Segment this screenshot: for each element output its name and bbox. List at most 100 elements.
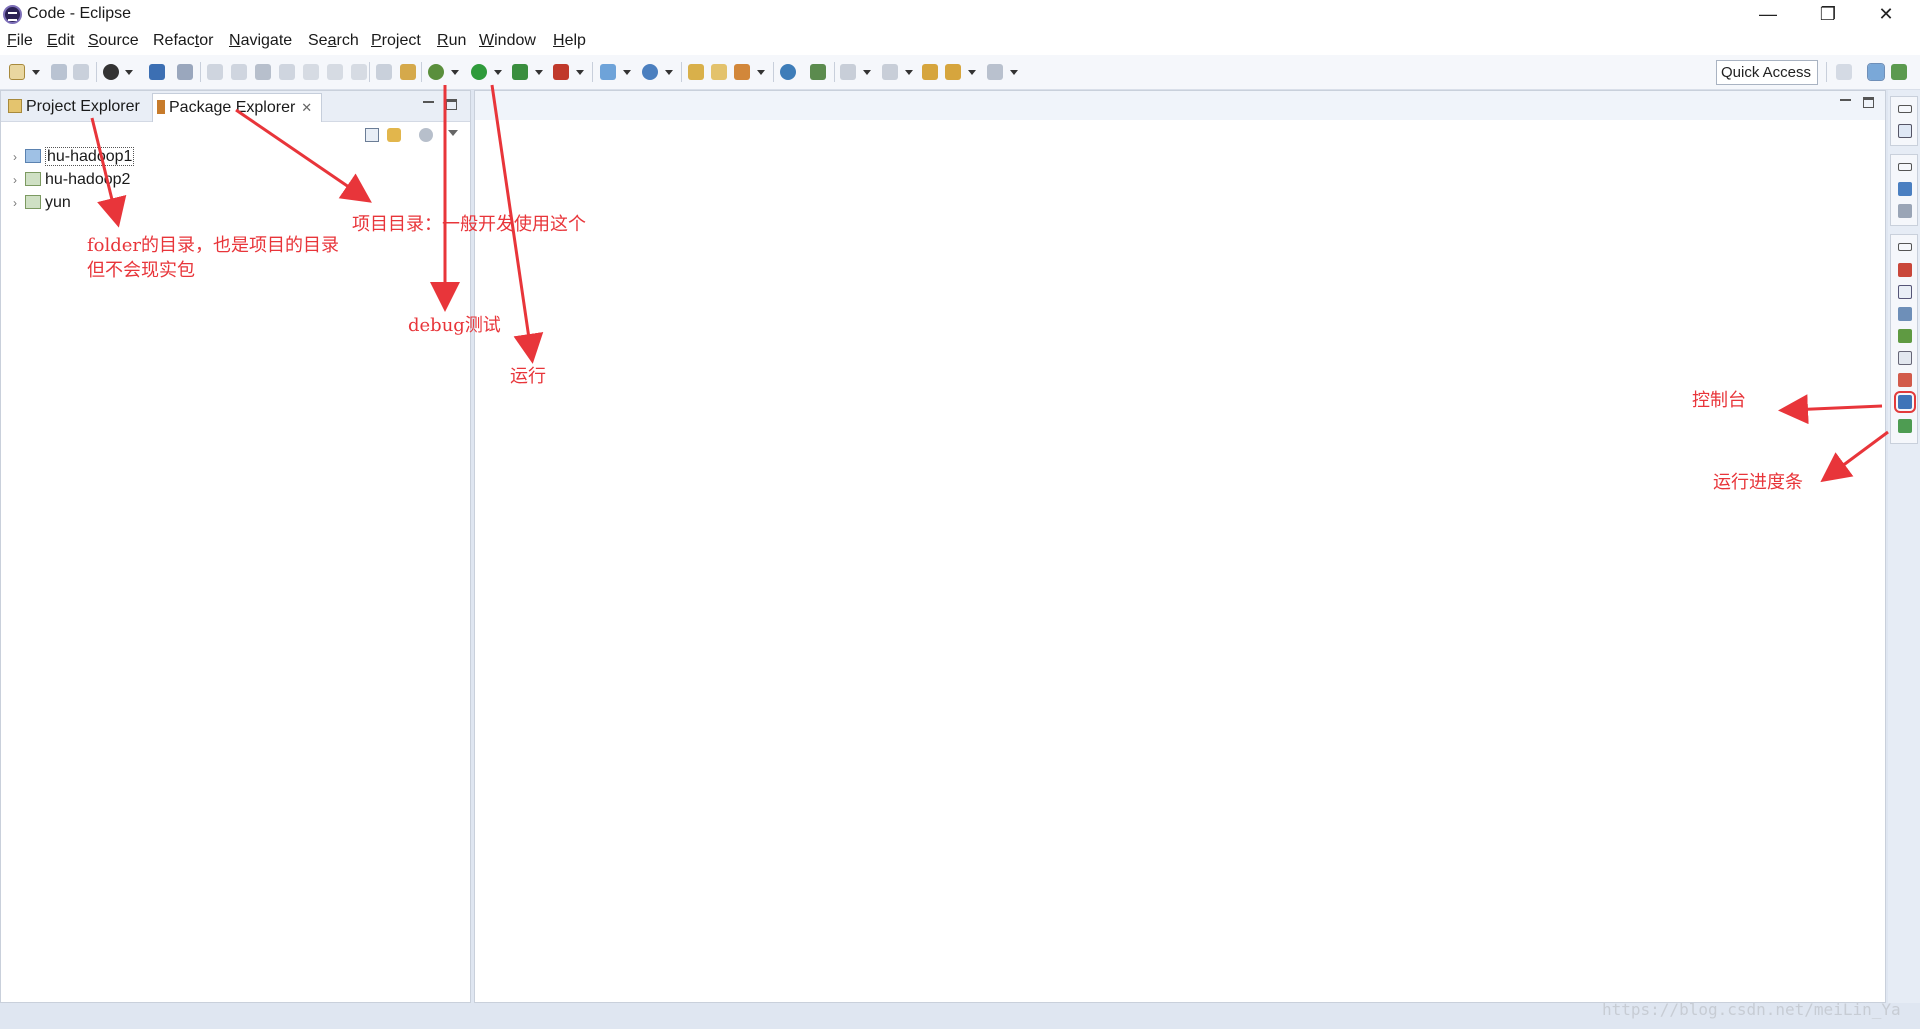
toolbar-separator	[1826, 62, 1827, 82]
launch-config-icon[interactable]	[400, 64, 416, 80]
coverage-dropdown-icon[interactable]	[535, 70, 543, 75]
open-perspective-icon[interactable]	[1836, 64, 1852, 80]
menu-navigate[interactable]: Navigate	[229, 32, 292, 50]
minimize-view-icon[interactable]	[423, 97, 434, 103]
previous-annotation-dropdown-icon[interactable]	[905, 70, 913, 75]
terminate-icon[interactable]	[255, 64, 271, 80]
suspend-icon[interactable]	[231, 64, 247, 80]
use-step-filters-icon[interactable]	[376, 64, 392, 80]
servers-view-icon[interactable]	[1898, 285, 1912, 299]
disconnect-icon[interactable]	[279, 64, 295, 80]
view-menu-icon[interactable]	[448, 130, 458, 136]
save-all-icon[interactable]	[73, 64, 89, 80]
focus-on-active-task-icon[interactable]	[419, 128, 433, 142]
error-log-icon[interactable]	[1898, 373, 1912, 387]
tree-item[interactable]: › yun	[13, 192, 71, 214]
properties-icon[interactable]	[1898, 204, 1912, 218]
previous-annotation-icon[interactable]	[882, 64, 898, 80]
minimize-button[interactable]: —	[1740, 0, 1796, 30]
open-type-icon[interactable]	[688, 64, 704, 80]
menu-help[interactable]: Help	[553, 32, 586, 50]
menu-refactor[interactable]: Refactor	[153, 32, 213, 50]
tab-project-explorer[interactable]: Project Explorer	[4, 93, 150, 122]
menu-edit[interactable]: Edit	[47, 32, 75, 50]
trim-group-tasks	[1890, 154, 1918, 226]
step-into-icon[interactable]	[303, 64, 319, 80]
save-icon[interactable]	[51, 64, 67, 80]
editor-area[interactable]	[474, 90, 1886, 1003]
resume-icon[interactable]	[207, 64, 223, 80]
new-class-icon[interactable]	[642, 64, 658, 80]
restore-button[interactable]: ❐	[1800, 0, 1856, 30]
chevron-right-icon[interactable]: ›	[13, 146, 25, 168]
task-list-icon[interactable]	[1898, 182, 1912, 196]
console-view-icon[interactable]	[1894, 391, 1916, 413]
restore-icon[interactable]	[1898, 243, 1912, 251]
java-perspective-icon[interactable]	[1891, 64, 1907, 80]
search-view-icon[interactable]	[1898, 351, 1912, 365]
profile-icon[interactable]	[103, 64, 119, 80]
tree-item[interactable]: › hu-hadoop2	[13, 169, 130, 191]
search-icon[interactable]	[734, 64, 750, 80]
annotation-folder: folder的目录，也是项目的目录	[87, 235, 340, 256]
minimize-editor-icon[interactable]	[1840, 95, 1851, 101]
back-icon[interactable]	[945, 64, 961, 80]
open-task-icon[interactable]	[711, 64, 727, 80]
maximize-view-icon[interactable]	[446, 99, 457, 110]
progress-view-icon[interactable]	[1898, 419, 1912, 433]
close-button[interactable]: ✕	[1858, 0, 1914, 30]
snippets-view-icon[interactable]	[1898, 329, 1912, 343]
next-annotation-dropdown-icon[interactable]	[863, 70, 871, 75]
restore-icon[interactable]	[1898, 105, 1912, 113]
data-source-explorer-icon[interactable]	[1898, 307, 1912, 321]
new-class-dropdown-icon[interactable]	[665, 70, 673, 75]
outline-view-icon[interactable]	[1898, 124, 1912, 138]
run-dropdown-icon[interactable]	[494, 70, 502, 75]
external-tools-dropdown-icon[interactable]	[576, 70, 584, 75]
profile-dropdown-icon[interactable]	[125, 70, 133, 75]
debug-dropdown-icon[interactable]	[451, 70, 459, 75]
forward-dropdown-icon[interactable]	[1010, 70, 1018, 75]
new-dropdown-icon[interactable]	[32, 70, 40, 75]
eclipse-logo-icon	[3, 5, 22, 24]
last-edit-icon[interactable]	[922, 64, 938, 80]
tab-package-explorer[interactable]: Package Explorer ✕	[152, 93, 322, 122]
menu-file[interactable]: File	[7, 32, 33, 50]
run-icon[interactable]	[471, 64, 487, 80]
close-icon[interactable]: ✕	[301, 94, 312, 121]
external-tools-icon[interactable]	[553, 64, 569, 80]
link-with-editor-icon[interactable]	[387, 128, 401, 142]
chevron-right-icon[interactable]: ›	[13, 169, 25, 191]
window-title: Code - Eclipse	[27, 5, 132, 22]
collapse-all-icon[interactable]	[365, 128, 379, 142]
new-project-dropdown-icon[interactable]	[623, 70, 631, 75]
web-browser-icon[interactable]	[780, 64, 796, 80]
quick-access-field[interactable]: Quick Access	[1716, 60, 1818, 85]
problems-view-icon[interactable]	[1898, 263, 1912, 277]
search-dropdown-icon[interactable]	[757, 70, 765, 75]
menu-project[interactable]: Project	[371, 32, 421, 50]
coverage-icon[interactable]	[512, 64, 528, 80]
step-over-icon[interactable]	[327, 64, 343, 80]
chevron-right-icon[interactable]: ›	[13, 192, 25, 214]
new-icon[interactable]	[9, 64, 25, 80]
tree-item[interactable]: › hu-hadoop1	[13, 146, 135, 168]
restore-icon[interactable]	[1898, 163, 1912, 171]
new-java-project-icon[interactable]	[600, 64, 616, 80]
maximize-editor-icon[interactable]	[1863, 97, 1874, 108]
back-dropdown-icon[interactable]	[968, 70, 976, 75]
menu-source[interactable]: Source	[88, 32, 139, 50]
forward-icon[interactable]	[987, 64, 1003, 80]
menu-window[interactable]: Window	[479, 32, 536, 50]
menu-run[interactable]: Run	[437, 32, 466, 50]
next-annotation-icon[interactable]	[840, 64, 856, 80]
menu-search[interactable]: Search	[308, 32, 359, 50]
java-ee-perspective-icon[interactable]	[1867, 63, 1885, 81]
step-return-icon[interactable]	[351, 64, 367, 80]
annotation-icon[interactable]	[810, 64, 826, 80]
skip-breakpoints-icon[interactable]	[177, 64, 193, 80]
annotation-project-dir: 项目目录：一般开发使用这个	[352, 214, 586, 235]
console-view-icon[interactable]	[149, 64, 165, 80]
toolbar-separator	[200, 62, 201, 82]
debug-icon[interactable]	[428, 64, 444, 80]
